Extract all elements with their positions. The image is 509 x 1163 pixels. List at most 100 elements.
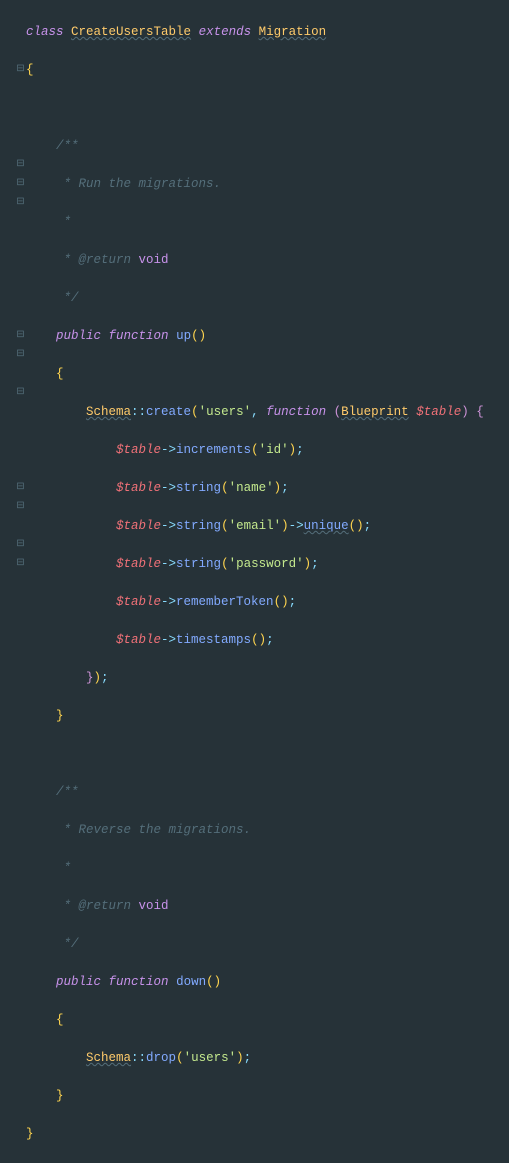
keyword-function: function [109, 329, 169, 343]
gutter [0, 0, 22, 592]
doc-close: */ [56, 937, 79, 951]
keyword-public: public [56, 975, 101, 989]
keyword-function: function [109, 975, 169, 989]
op: -> [161, 443, 176, 457]
doc-return: * @return [56, 899, 131, 913]
doc-line: * [56, 861, 71, 875]
doc-open: /** [56, 139, 79, 153]
class-name: CreateUsersTable [71, 25, 191, 39]
brace-open: { [476, 405, 484, 419]
semi: ; [281, 481, 289, 495]
brace-open: { [56, 1013, 64, 1027]
op: :: [131, 405, 146, 419]
fn-unique: unique [304, 519, 349, 533]
var-table: $table [116, 595, 161, 609]
fold-marker[interactable] [16, 388, 25, 397]
keyword-function: function [266, 405, 326, 419]
op: -> [161, 633, 176, 647]
doc-line: * Run the migrations. [56, 177, 221, 191]
paren: ) [274, 481, 282, 495]
var-table: $table [116, 443, 161, 457]
op: -> [161, 595, 176, 609]
fold-marker[interactable] [16, 540, 25, 549]
brace-close: } [26, 1127, 34, 1141]
doc-line: * Reverse the migrations. [56, 823, 251, 837]
type-void: void [139, 899, 169, 913]
paren: ) [281, 519, 289, 533]
class-blueprint: Blueprint [341, 405, 409, 419]
fn-create: create [146, 405, 191, 419]
class-name: Migration [259, 25, 327, 39]
class-schema: Schema [86, 405, 131, 419]
paren: ( [251, 443, 259, 457]
semi: ; [101, 671, 109, 685]
var-table: $table [116, 519, 161, 533]
fold-marker[interactable] [16, 65, 25, 74]
fn-string: string [176, 519, 221, 533]
var-table: $table [116, 633, 161, 647]
paren: ( [191, 405, 199, 419]
paren: () [191, 329, 206, 343]
fn-up: up [176, 329, 191, 343]
semi: ; [311, 557, 319, 571]
doc-open: /** [56, 785, 79, 799]
semi: ; [289, 595, 297, 609]
doc-return: * @return [56, 253, 131, 267]
str-name: 'name' [229, 481, 274, 495]
semi: ; [296, 443, 304, 457]
paren: ( [221, 519, 229, 533]
brace-open: { [26, 63, 34, 77]
op: -> [161, 557, 176, 571]
paren: () [206, 975, 221, 989]
paren: () [274, 595, 289, 609]
semi: ; [266, 633, 274, 647]
str-users: 'users' [199, 405, 252, 419]
paren: ) [461, 405, 469, 419]
op: -> [161, 481, 176, 495]
class-schema: Schema [86, 1051, 131, 1065]
str-password: 'password' [229, 557, 304, 571]
brace-close: } [56, 1089, 64, 1103]
fn-drop: drop [146, 1051, 176, 1065]
code-editor[interactable]: class CreateUsersTable extends Migration… [26, 4, 484, 1163]
keyword-class: class [26, 25, 64, 39]
doc-close: */ [56, 291, 79, 305]
fn-increments: increments [176, 443, 251, 457]
comma: , [251, 405, 259, 419]
paren: ) [289, 443, 297, 457]
fn-string: string [176, 557, 221, 571]
op: :: [131, 1051, 146, 1065]
fold-marker[interactable] [16, 483, 25, 492]
doc-line: * [56, 215, 71, 229]
fn-remembertoken: rememberToken [176, 595, 274, 609]
semi: ; [364, 519, 372, 533]
fold-marker[interactable] [16, 198, 25, 207]
paren: ( [221, 481, 229, 495]
fold-marker[interactable] [16, 350, 25, 359]
str-users: 'users' [184, 1051, 237, 1065]
keyword-extends: extends [199, 25, 252, 39]
fold-marker[interactable] [16, 179, 25, 188]
semi: ; [244, 1051, 252, 1065]
type-void: void [139, 253, 169, 267]
op: -> [161, 519, 176, 533]
paren: () [251, 633, 266, 647]
paren: ) [304, 557, 312, 571]
str-email: 'email' [229, 519, 282, 533]
paren: ( [221, 557, 229, 571]
brace-close: } [56, 709, 64, 723]
var-table: $table [116, 557, 161, 571]
fold-marker[interactable] [16, 331, 25, 340]
paren: ) [236, 1051, 244, 1065]
brace-close: } [86, 671, 94, 685]
fn-down: down [176, 975, 206, 989]
str-id: 'id' [259, 443, 289, 457]
fold-marker[interactable] [16, 559, 25, 568]
fn-string: string [176, 481, 221, 495]
paren: ) [94, 671, 102, 685]
paren: () [349, 519, 364, 533]
fold-marker[interactable] [16, 502, 25, 511]
fold-marker[interactable] [16, 160, 25, 169]
paren: ( [176, 1051, 184, 1065]
fn-timestamps: timestamps [176, 633, 251, 647]
